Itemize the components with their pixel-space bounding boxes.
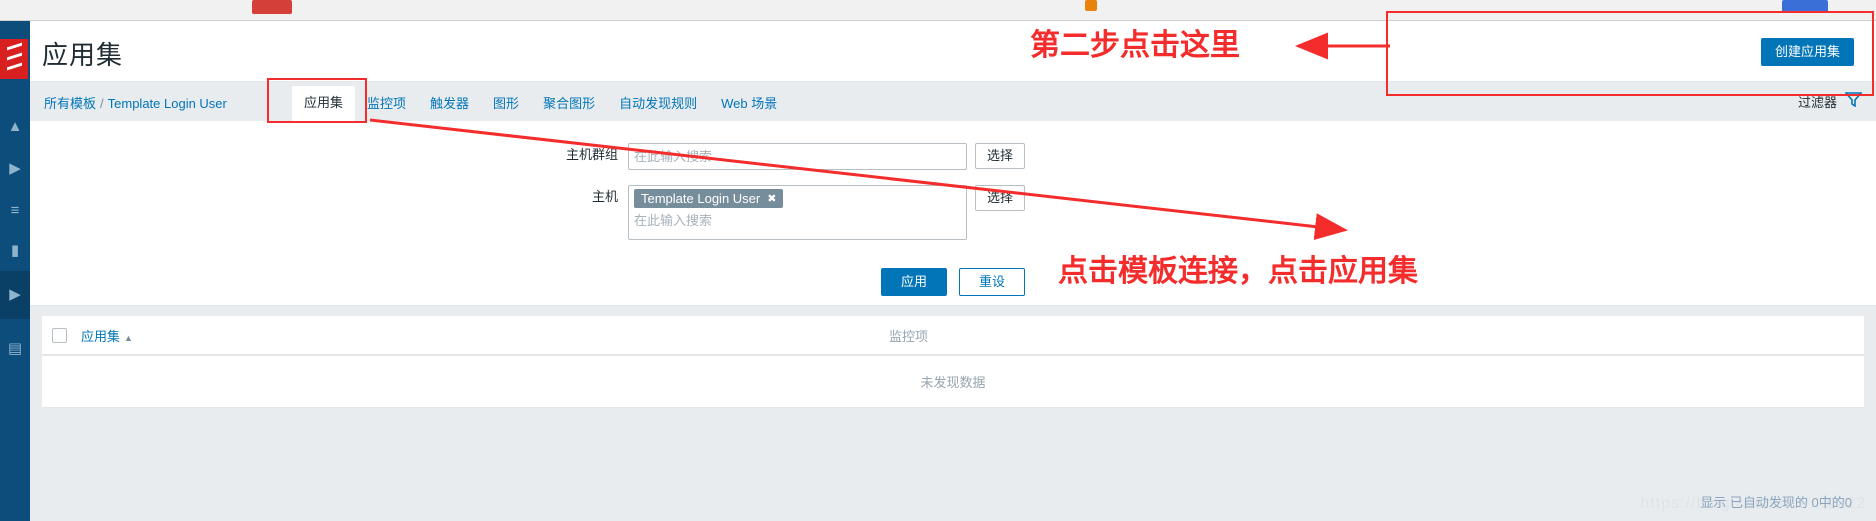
breadcrumb-all-templates[interactable]: 所有模板 xyxy=(44,96,96,111)
tab-list: 应用集 监控项 触发器 图形 聚合图形 自动发现规则 Web 场景 xyxy=(292,82,789,121)
host-row: 主机 Template Login User ✖ 在此输入搜索 选择 xyxy=(30,185,1876,240)
filter-panel: 主机群组 在此输入搜索 选择 主机 Template Login User ✖ … xyxy=(30,121,1876,306)
browser-tab-red[interactable] xyxy=(252,0,292,14)
reset-button[interactable]: 重设 xyxy=(959,268,1026,296)
browser-chrome-strip xyxy=(0,0,1876,21)
host-group-row: 主机群组 在此输入搜索 选择 xyxy=(30,143,1876,170)
results-table: 应用集 ▲ 监控项 未发现数据 xyxy=(42,316,1864,408)
host-chip-remove-icon[interactable]: ✖ xyxy=(767,192,776,205)
filter-toggle[interactable]: 过滤器 xyxy=(1797,92,1863,111)
host-group-label: 主机群组 xyxy=(565,147,618,162)
navigation-bar: 所有模板 / Template Login User 应用集 监控项 触发器 图形 … xyxy=(30,82,1876,121)
host-placeholder: 在此输入搜索 xyxy=(634,213,713,228)
chevron-right-active-icon[interactable]: ▶ xyxy=(4,287,26,302)
sidebar: ▲ ▶ ≡ ▮ ▶ ▤ xyxy=(0,21,30,521)
filter-toggle-label: 过滤器 xyxy=(1797,95,1837,110)
server-icon[interactable]: ▤ xyxy=(4,341,26,356)
host-input[interactable]: Template Login User ✖ 在此输入搜索 xyxy=(628,185,967,240)
chevron-up-icon[interactable]: ▲ xyxy=(4,119,26,134)
host-chip[interactable]: Template Login User ✖ xyxy=(634,189,784,208)
funnel-icon xyxy=(1844,92,1863,111)
tab-triggers[interactable]: 触发器 xyxy=(418,87,481,121)
page-title: 应用集 xyxy=(42,40,124,70)
column-header-application-set-label: 应用集 xyxy=(81,328,121,344)
filter-actions: 应用 重设 xyxy=(30,268,1876,296)
sort-ascending-icon: ▲ xyxy=(124,332,133,343)
chevron-right-icon[interactable]: ▶ xyxy=(4,161,26,176)
tab-discovery-rules[interactable]: 自动发现规则 xyxy=(607,87,709,121)
breadcrumb: 所有模板 / Template Login User xyxy=(44,93,227,112)
tab-graphs[interactable]: 图形 xyxy=(481,87,531,121)
tab-aggregate-graphs[interactable]: 聚合图形 xyxy=(531,87,607,121)
annotation-step-one: 点击模板连接，点击应用集 xyxy=(1058,255,1418,288)
tab-items[interactable]: 监控项 xyxy=(355,87,418,121)
browser-tab-orange[interactable] xyxy=(1085,0,1097,11)
column-header-items: 监控项 xyxy=(888,328,928,344)
browser-tab-blue[interactable] xyxy=(1782,0,1828,13)
menu-lines-icon[interactable]: ≡ xyxy=(4,203,26,218)
tab-application-sets[interactable]: 应用集 xyxy=(292,86,356,121)
host-select-button[interactable]: 选择 xyxy=(975,185,1026,211)
host-chip-label: Template Login User xyxy=(641,191,761,206)
breadcrumb-separator: / xyxy=(100,96,104,111)
table-header-row: 应用集 ▲ 监控项 xyxy=(42,316,1864,356)
host-group-placeholder: 在此输入搜索 xyxy=(634,149,713,164)
empty-state-message: 未发现数据 xyxy=(42,356,1864,408)
zabbix-logo-icon[interactable] xyxy=(0,39,28,79)
apply-button[interactable]: 应用 xyxy=(880,268,947,296)
results-section: 应用集 ▲ 监控项 未发现数据 https://blog.csdn.net/...… xyxy=(30,306,1876,521)
create-application-set-button[interactable]: 创建应用集 xyxy=(1760,38,1854,66)
host-label: 主机 xyxy=(591,189,618,204)
column-header-application-set[interactable]: 应用集 ▲ xyxy=(81,326,133,345)
monitor-icon[interactable]: ▮ xyxy=(4,243,26,258)
tab-web-scenarios[interactable]: Web 场景 xyxy=(709,87,789,121)
page-header: 应用集 创建应用集 xyxy=(30,21,1876,82)
annotation-step-two: 第二步点击这里 xyxy=(1030,29,1240,62)
host-group-select-button[interactable]: 选择 xyxy=(975,143,1026,169)
results-footer: 显示 已自动发现的 0中的0 xyxy=(1700,495,1852,510)
select-all-checkbox[interactable] xyxy=(52,327,67,343)
host-group-input[interactable]: 在此输入搜索 xyxy=(628,143,967,170)
breadcrumb-current-template[interactable]: Template Login User xyxy=(108,96,227,111)
